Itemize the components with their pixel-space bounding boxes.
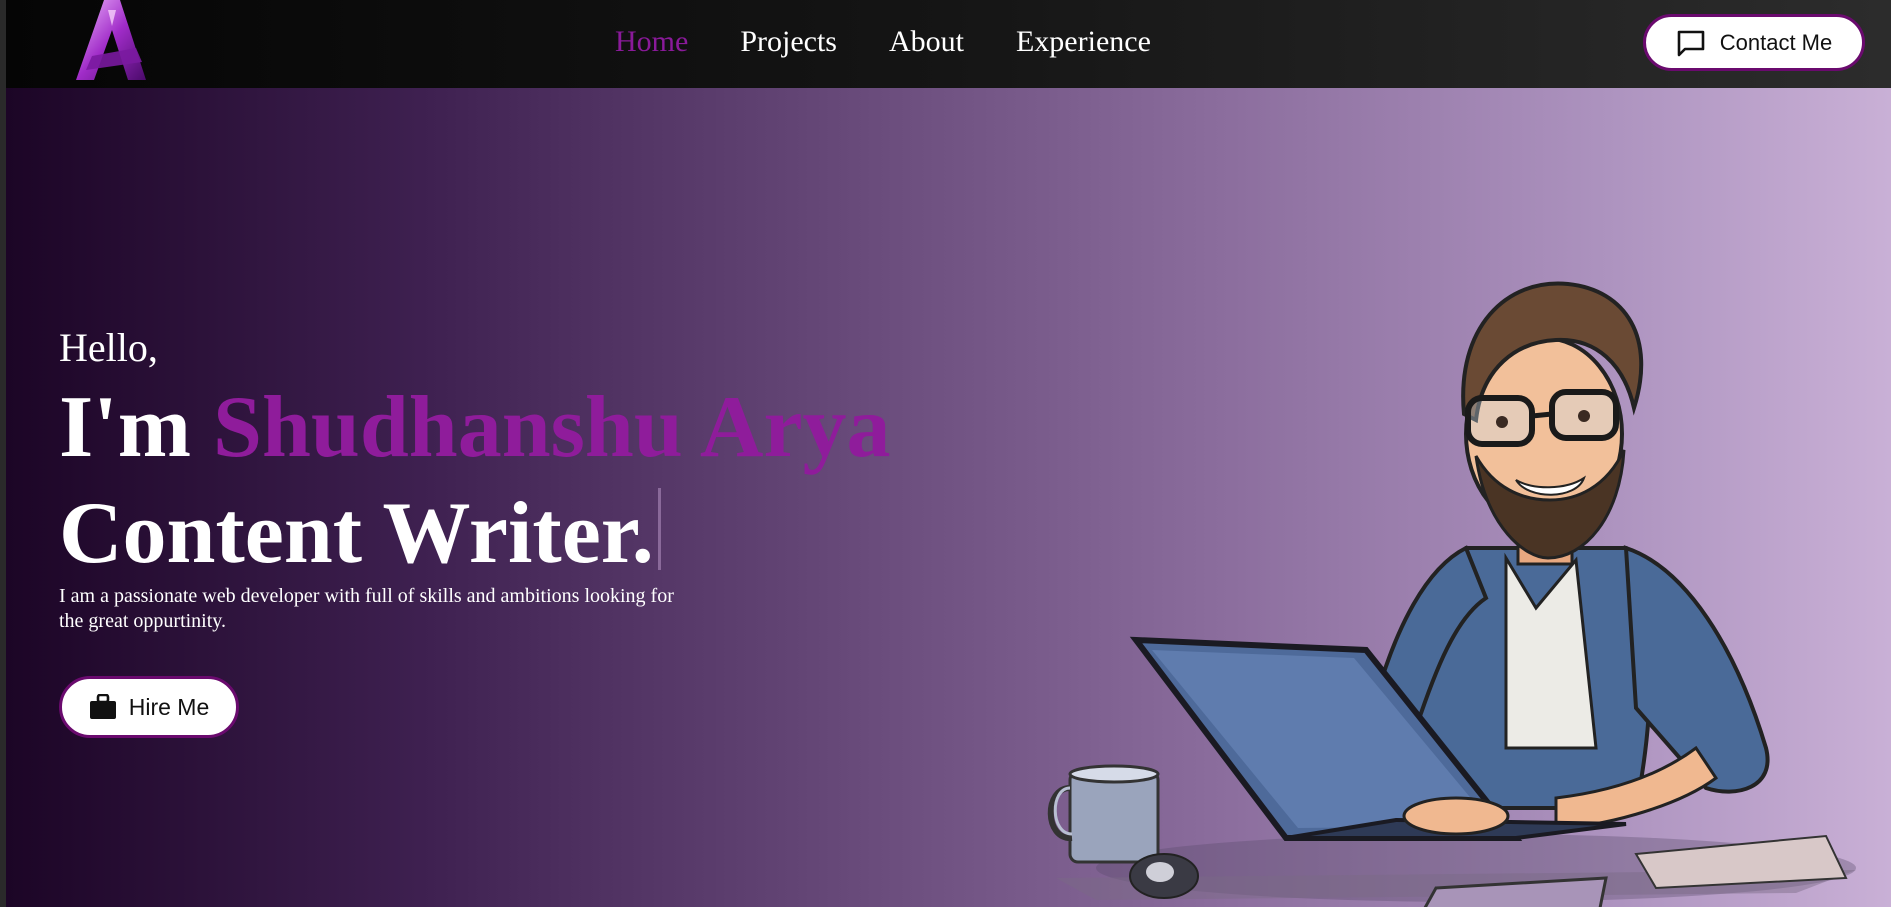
hero-intro: I'm [59, 379, 191, 476]
briefcase-icon [89, 694, 116, 719]
nav-experience[interactable]: Experience [1016, 22, 1151, 62]
main-menu: Home Projects About Experience [615, 22, 1151, 62]
hero-greeting: Hello, [59, 325, 158, 370]
chat-bubble-icon [1677, 30, 1705, 56]
top-navbar: Home Projects About Experience Contact M… [6, 0, 1891, 88]
developer-illustration [1047, 281, 1856, 907]
hero-description: I am a passionate web developer with ful… [59, 585, 674, 632]
portfolio-page: Home Projects About Experience Contact M… [0, 0, 1891, 907]
letter-a-logo[interactable] [72, 0, 150, 86]
hero-intro-line: I'm Shudhanshu Arya [59, 378, 891, 478]
contact-me-label: Contact Me [1719, 29, 1833, 55]
hero-role-line: Content Writer. [59, 484, 661, 584]
nav-about[interactable]: About [889, 22, 964, 62]
hero-name: Shudhanshu Arya [213, 379, 891, 476]
typing-cursor [657, 488, 661, 570]
hire-me-label: Hire Me [128, 693, 210, 720]
hero-role: Content Writer. [59, 485, 654, 582]
contact-me-button[interactable]: Contact Me [1643, 14, 1865, 71]
hero-section: Hello, I'm Shudhanshu Arya Content Write… [6, 88, 1891, 907]
nav-projects[interactable]: Projects [740, 22, 837, 62]
nav-home[interactable]: Home [615, 22, 688, 62]
hire-me-button[interactable]: Hire Me [59, 676, 239, 738]
